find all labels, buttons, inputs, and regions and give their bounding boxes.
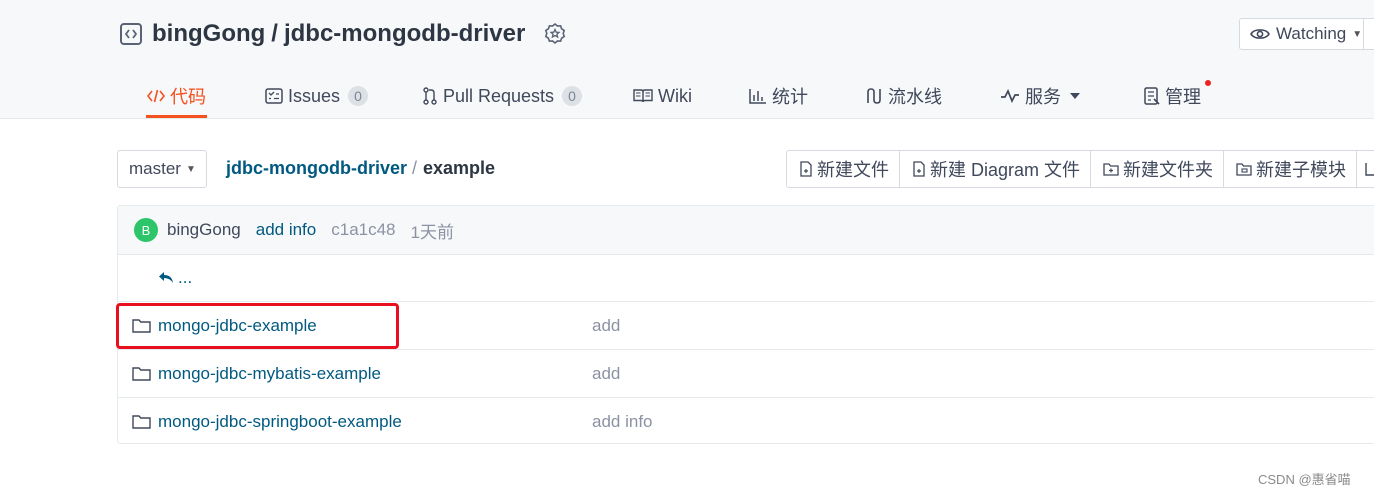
tab-manage-label: 管理: [1165, 87, 1201, 107]
tab-wiki[interactable]: Wiki: [633, 74, 692, 118]
new-diagram-icon: [913, 161, 925, 177]
new-submodule-button[interactable]: 新建子模块: [1224, 151, 1358, 187]
back-label: ...: [178, 267, 193, 287]
avatar[interactable]: B: [134, 218, 158, 242]
branch-selector[interactable]: master ▼: [117, 150, 207, 188]
new-submodule-label: 新建子模块: [1256, 160, 1347, 180]
manage-icon: [1144, 87, 1160, 105]
tab-wiki-label: Wiki: [658, 85, 692, 106]
new-diagram-label: 新建 Diagram 文件: [930, 160, 1081, 180]
tab-pull-requests-label: Pull Requests: [443, 85, 555, 106]
tab-manage[interactable]: 管理: [1144, 74, 1211, 118]
breadcrumb-separator: /: [412, 158, 418, 178]
issues-count-badge: 0: [348, 86, 369, 106]
table-row[interactable]: mongo-jdbc-example add: [118, 302, 1374, 350]
commit-hash-link[interactable]: c1a1c48: [331, 220, 395, 240]
file-list: B bingGong add info c1a1c48 1天前 ... mong…: [117, 205, 1374, 444]
tab-issues-label: Issues: [288, 85, 341, 106]
services-dropdown-icon: [1070, 93, 1080, 99]
caret-down-icon: ▼: [1352, 28, 1363, 40]
submodule-icon: [1236, 163, 1252, 176]
pulse-icon: [1001, 89, 1019, 103]
table-row[interactable]: mongo-jdbc-springboot-example add info: [118, 398, 1374, 445]
repo-separator: /: [271, 20, 278, 47]
breadcrumb-root-link[interactable]: jdbc-mongodb-driver: [226, 158, 407, 179]
folder-icon: [132, 415, 151, 429]
repo-name-link[interactable]: jdbc-mongodb-driver: [284, 20, 525, 47]
tab-statistics[interactable]: 统计: [749, 74, 808, 118]
new-file-icon: [800, 161, 812, 177]
pull-request-icon: [423, 87, 437, 105]
tab-code-label: 代码: [170, 87, 206, 107]
new-folder-button[interactable]: 新建文件夹: [1091, 151, 1225, 187]
branch-label: master: [129, 159, 181, 178]
file-actions: 新建文件 新建 Diagram 文件 新建文件夹 新建子模块: [786, 150, 1374, 188]
latest-commit-bar: B bingGong add info c1a1c48 1天前: [118, 206, 1374, 255]
code-repo-icon: [120, 23, 142, 45]
tab-statistics-label: 统计: [772, 87, 808, 107]
book-icon: [633, 89, 653, 103]
new-file-button[interactable]: 新建文件: [787, 151, 900, 187]
more-actions-button[interactable]: [1357, 151, 1374, 187]
folder-link[interactable]: mongo-jdbc-example: [132, 316, 317, 336]
reply-arrow-icon: [159, 272, 173, 283]
folder-icon: [132, 319, 151, 333]
tab-pipeline[interactable]: 流水线: [865, 74, 942, 118]
tab-services-label: 服务: [1025, 87, 1061, 107]
folder-name: mongo-jdbc-springboot-example: [158, 411, 402, 431]
folder-commit-message[interactable]: add info: [592, 412, 653, 432]
code-icon: [147, 89, 165, 103]
recommend-badge-icon[interactable]: [543, 22, 567, 46]
folder-commit-message[interactable]: add: [592, 316, 620, 336]
pull-requests-count-badge: 0: [562, 86, 583, 106]
tab-services[interactable]: 服务: [1000, 74, 1080, 118]
watermark: CSDN @惠省喵: [1258, 472, 1351, 487]
commit-message-link[interactable]: add info: [256, 220, 317, 240]
repo-owner-link[interactable]: bingGong: [152, 20, 265, 47]
breadcrumb-current: example: [423, 158, 496, 178]
caret-down-icon: ▼: [185, 163, 196, 175]
issues-icon: [265, 88, 283, 104]
bar-chart-icon: [749, 89, 766, 104]
folder-name: mongo-jdbc-mybatis-example: [158, 363, 381, 383]
folder-icon: [132, 367, 151, 381]
watch-button[interactable]: Watching ▼: [1239, 18, 1374, 50]
pipeline-icon: [867, 88, 881, 104]
upload-icon: [1365, 163, 1374, 176]
eye-icon: [1250, 29, 1270, 39]
table-row[interactable]: mongo-jdbc-mybatis-example add: [118, 350, 1374, 398]
breadcrumb: jdbc-mongodb-driver / example: [226, 158, 495, 179]
repo-title: bingGong / jdbc-mongodb-driver: [120, 18, 567, 50]
tab-pull-requests[interactable]: Pull Requests 0: [422, 74, 583, 118]
commit-time: 1天前: [410, 222, 454, 242]
new-file-label: 新建文件: [817, 160, 889, 180]
folder-name: mongo-jdbc-example: [158, 315, 317, 335]
back-link[interactable]: ...: [158, 268, 192, 288]
commit-author-link[interactable]: bingGong: [167, 220, 241, 240]
folder-commit-message[interactable]: add: [592, 364, 620, 384]
tab-issues[interactable]: Issues 0: [265, 74, 369, 118]
notification-dot: [1205, 80, 1211, 86]
folder-link[interactable]: mongo-jdbc-springboot-example: [132, 412, 402, 432]
folder-link[interactable]: mongo-jdbc-mybatis-example: [132, 364, 381, 384]
new-folder-label: 新建文件夹: [1123, 160, 1214, 180]
parent-directory-row[interactable]: ...: [118, 254, 1374, 302]
new-diagram-button[interactable]: 新建 Diagram 文件: [900, 151, 1092, 187]
tab-pipeline-label: 流水线: [888, 87, 942, 107]
watch-label: Watching: [1276, 24, 1347, 43]
watch-divider: [1363, 19, 1364, 49]
new-folder-icon: [1103, 163, 1119, 176]
tab-code[interactable]: 代码: [146, 74, 207, 118]
